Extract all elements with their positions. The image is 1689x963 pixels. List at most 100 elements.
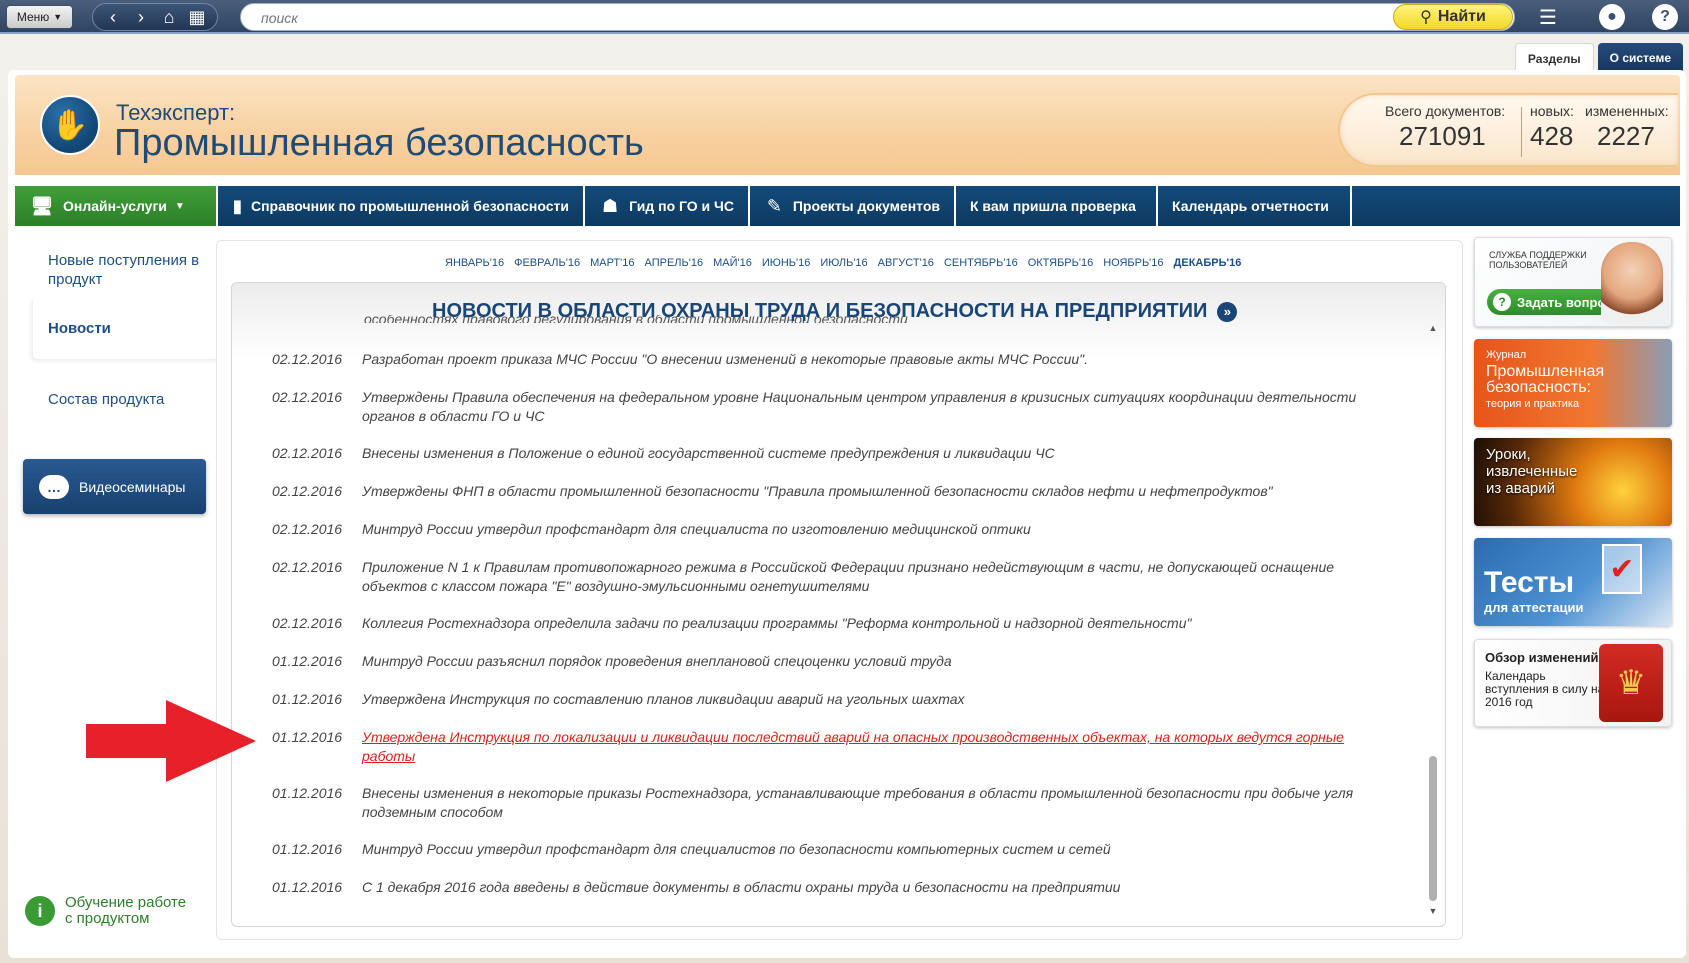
search-box — [240, 3, 1515, 31]
news-date: 02.12.2016 — [272, 483, 343, 499]
month-link-active[interactable]: ДЕКАБРЬ'16 — [1174, 257, 1242, 269]
tests-banner[interactable]: ✔ Тесты для аттестации — [1474, 538, 1672, 626]
top-toolbar: Меню ▼ ‹ › ⌂ ▦ ⚲ Найти ☰ ● ? — [0, 0, 1689, 34]
scroll-down-icon[interactable]: ▼ — [1426, 905, 1440, 917]
changes-review-banner[interactable]: Обзор изменений Календарь вступления в с… — [1474, 639, 1672, 727]
support-caption: Служба поддержки пользователей — [1489, 250, 1587, 270]
nav-label: Календарь отчетности — [1172, 198, 1329, 214]
news-link[interactable]: Минтруд России утвердил профстандарт для… — [362, 520, 1392, 539]
month-link[interactable]: ИЮНЬ'16 — [762, 257, 811, 269]
gloves-logo-icon: ✋ — [40, 95, 100, 155]
journal-subtitle: теория и практика — [1486, 398, 1580, 410]
month-link[interactable]: ИЮЛЬ'16 — [820, 257, 867, 269]
news-date: 02.12.2016 — [272, 615, 343, 631]
training-label: Обучение работе с продуктом — [65, 894, 187, 927]
news-link[interactable]: Утверждена Инструкция по составлению пла… — [362, 690, 1392, 709]
chat-bubble-icon: … — [39, 474, 69, 499]
video-seminars-button[interactable]: … Видеосеминары — [23, 459, 206, 514]
nav-inspection[interactable]: К вам пришла проверка — [956, 186, 1158, 226]
month-link[interactable]: ОКТЯБРЬ'16 — [1028, 257, 1094, 269]
document-stats: Всего документов: 271091 новых: 428 изме… — [1338, 93, 1678, 167]
home-icon[interactable]: ⌂ — [157, 5, 181, 29]
tab-sections[interactable]: Разделы — [1514, 43, 1594, 73]
news-link[interactable]: Приложение N 1 к Правилам противопожарно… — [362, 558, 1392, 596]
news-date: 01.12.2016 — [272, 785, 343, 801]
search-icon: ⚲ — [1420, 9, 1432, 26]
month-link[interactable]: ЯНВАРЬ'16 — [445, 257, 504, 269]
nav-reporting-calendar[interactable]: Календарь отчетности — [1158, 186, 1352, 226]
section-tabs: Разделы О системе — [1514, 43, 1683, 73]
back-icon[interactable]: ‹ — [101, 5, 125, 29]
tests-subtitle: для аттестации — [1484, 600, 1584, 615]
stat-total-value: 271091 — [1399, 121, 1486, 151]
nav-go-chs-guide[interactable]: ☗ Гид по ГО и ЧС — [585, 186, 750, 226]
nav-label: Онлайн-услуги — [63, 198, 167, 214]
caret-down-icon: ▼ — [53, 12, 63, 22]
news-link[interactable]: Разработан проект приказа МЧС России "О … — [362, 350, 1392, 369]
stat-changed-label: измененных: — [1585, 103, 1669, 119]
stat-changed-value: 2227 — [1597, 121, 1655, 151]
grid-icon[interactable]: ▦ — [185, 5, 209, 29]
navigation-group: ‹ › ⌂ ▦ — [92, 3, 218, 31]
news-link[interactable]: Минтруд России утвердил профстандарт для… — [362, 840, 1392, 859]
news-link[interactable]: Минтруд России разъяснил порядок проведе… — [362, 652, 1392, 671]
news-link[interactable]: Коллегия Ростехнадзора определила задачи… — [362, 614, 1392, 633]
double-chevron-right-icon[interactable]: » — [1217, 301, 1238, 322]
news-date: 02.12.2016 — [272, 389, 343, 405]
menu-label: Меню — [16, 10, 50, 24]
forward-icon[interactable]: › — [129, 5, 153, 29]
sidebar-item-news[interactable]: Новости — [33, 297, 219, 359]
help-icon[interactable]: ? — [1652, 4, 1678, 30]
month-link[interactable]: МАРТ'16 — [590, 257, 634, 269]
news-title-text: НОВОСТИ В ОБЛАСТИ ОХРАНЫ ТРУДА И БЕЗОПАС… — [432, 300, 1208, 322]
stat-new-label: новых: — [1530, 103, 1574, 119]
user-icon[interactable]: ● — [1599, 4, 1625, 30]
monitor-icon: 🖥 — [30, 195, 54, 216]
news-scrollbar[interactable]: ▲ ▼ — [1426, 322, 1440, 917]
news-date: 01.12.2016 — [272, 841, 343, 857]
month-link[interactable]: МАЙ'16 — [713, 257, 752, 269]
search-button[interactable]: ⚲ Найти — [1393, 4, 1513, 30]
stat-new: новых: 428 — [1530, 103, 1574, 152]
news-section-title[interactable]: НОВОСТИ В ОБЛАСТИ ОХРАНЫ ТРУДА И БЕЗОПАС… — [432, 300, 1238, 323]
nav-draft-documents[interactable]: ✎ Проекты документов — [750, 186, 956, 226]
question-icon: ? — [1493, 293, 1511, 311]
ask-question-label: Задать вопрос — [1517, 294, 1613, 310]
news-date: 01.12.2016 — [272, 691, 343, 707]
month-link[interactable]: АПРЕЛЬ'16 — [645, 257, 704, 269]
search-input[interactable] — [261, 8, 1361, 28]
journal-banner[interactable]: Журнал Промышленная безопасность: теория… — [1474, 339, 1672, 427]
search-button-label: Найти — [1437, 8, 1486, 25]
hamburger-menu-icon[interactable]: ☰ — [1535, 4, 1561, 30]
month-link[interactable]: ФЕВРАЛЬ'16 — [514, 257, 580, 269]
menu-button[interactable]: Меню ▼ — [6, 5, 73, 29]
training-link[interactable]: i Обучение работе с продуктом — [25, 895, 195, 927]
news-link[interactable]: С 1 декабря 2016 года введены в действие… — [362, 878, 1392, 897]
nav-label: К вам пришла проверка — [970, 198, 1136, 214]
nav-online-services[interactable]: 🖥 Онлайн-услуги ▼ — [15, 186, 218, 226]
month-link[interactable]: НОЯБРЬ'16 — [1103, 257, 1163, 269]
news-link[interactable]: Утверждены Правила обеспечения на федера… — [362, 388, 1392, 426]
month-link[interactable]: АВГУСТ'16 — [878, 257, 934, 269]
sidebar-item-new-items[interactable]: Новые поступления в продукт — [48, 251, 208, 289]
stat-new-value: 428 — [1530, 121, 1574, 151]
review-subtitle: Календарь вступления в силу на 2016 год — [1485, 669, 1605, 709]
scrollbar-thumb[interactable] — [1429, 756, 1437, 901]
red-arrow-annotation — [86, 700, 256, 782]
month-filter: ЯНВАРЬ'16 ФЕВРАЛЬ'16 МАРТ'16 АПРЕЛЬ'16 М… — [445, 257, 1241, 269]
news-link[interactable]: Внесены изменения в Положение о единой г… — [362, 444, 1392, 463]
news-list-box — [231, 282, 1446, 927]
lessons-banner[interactable]: Уроки, извлеченные из аварий — [1474, 438, 1672, 526]
sidebar-item-composition[interactable]: Состав продукта — [48, 390, 164, 409]
news-link[interactable]: Утверждена Инструкция по локализации и л… — [362, 728, 1392, 766]
news-link[interactable]: Внесены изменения в некоторые приказы Ро… — [362, 784, 1392, 822]
support-banner[interactable]: Служба поддержки пользователей ? Задать … — [1474, 237, 1672, 327]
nav-handbook[interactable]: ▮ Справочник по промышленной безопасност… — [218, 186, 585, 226]
news-link[interactable]: Утверждены ФНП в области промышленной бе… — [362, 482, 1392, 501]
brand-title: Промышленная безопасность — [114, 122, 644, 164]
month-link[interactable]: СЕНТЯБРЬ'16 — [944, 257, 1018, 269]
tab-about[interactable]: О системе — [1597, 43, 1683, 73]
stat-changed: измененных: 2227 — [1585, 103, 1669, 152]
edit-document-icon: ✎ — [766, 195, 782, 216]
scroll-up-icon[interactable]: ▲ — [1426, 322, 1440, 334]
